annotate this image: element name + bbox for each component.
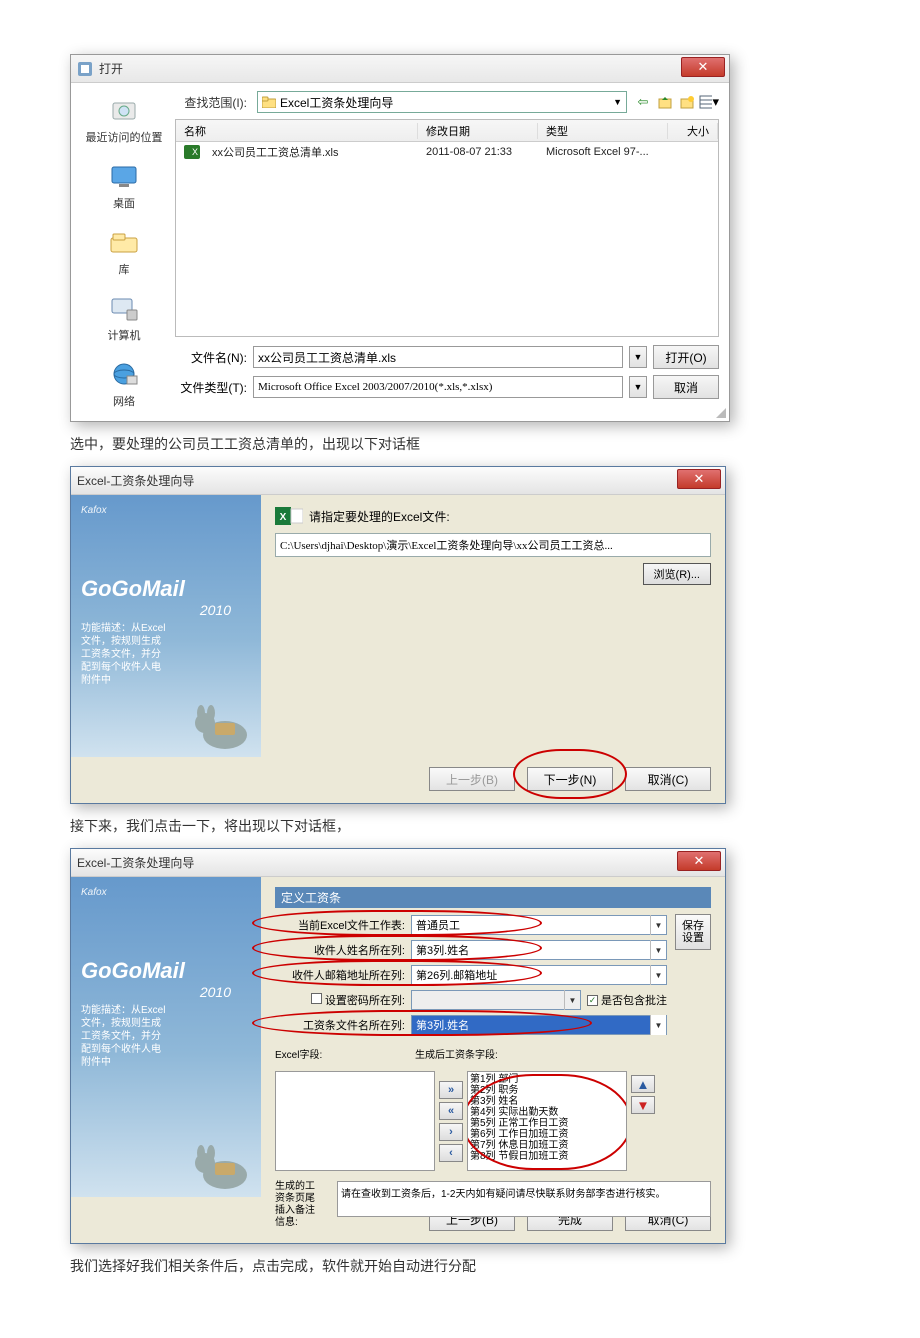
wizard-step2: Excel-工资条处理向导 ✕ Kafox GoGoMail 2010 功能描述… <box>70 848 726 1244</box>
doc-paragraph-2: 接下来，我们点击一下，将出现以下对话框， <box>70 816 850 836</box>
remark-checkbox[interactable]: ✓是否包含批注 <box>587 992 667 1008</box>
places-bar: 最近访问的位置 桌面 库 计算机 网络 <box>81 91 167 409</box>
new-folder-icon[interactable] <box>677 92 697 112</box>
group-title: 定义工资条 <box>275 887 711 908</box>
chevron-down-icon[interactable]: ▼ <box>629 376 647 398</box>
computer-icon <box>108 293 140 325</box>
move-right-button[interactable]: › <box>439 1123 463 1141</box>
worksheet-select[interactable]: 普通员工▼ <box>411 915 667 935</box>
network-icon <box>108 359 140 391</box>
move-left-button[interactable]: ‹ <box>439 1144 463 1162</box>
list-item[interactable]: 第4列 实际出勤天数 <box>470 1107 624 1118</box>
close-button[interactable]: ✕ <box>677 851 721 871</box>
col-date[interactable]: 修改日期 <box>418 123 538 139</box>
desktop-icon <box>108 161 140 193</box>
look-in-combo[interactable]: Excel工资条处理向导 ▼ <box>257 91 627 113</box>
toolbar-icons: ⇦ ▾ <box>633 92 719 112</box>
list-item[interactable]: 第2列 职务 <box>470 1085 624 1096</box>
mail-col-select[interactable]: 第26列.邮箱地址▼ <box>411 965 667 985</box>
recent-icon <box>108 95 140 127</box>
col-type[interactable]: 类型 <box>538 123 668 139</box>
window-title: Excel-工资条处理向导 <box>77 472 194 489</box>
place-desktop[interactable]: 桌面 <box>108 161 140 211</box>
prompt-text: 请指定要处理的Excel文件: <box>309 508 450 525</box>
footer-note-textarea[interactable]: 请在查收到工资条后，1-2天内如有疑问请尽快联系财务部李杏进行核实。 <box>337 1181 711 1217</box>
file-type-input[interactable]: Microsoft Office Excel 2003/2007/2010(*.… <box>253 376 623 398</box>
list-item[interactable]: 第1列 部门 <box>470 1074 624 1085</box>
resize-grip[interactable] <box>715 407 727 419</box>
move-all-left-button[interactable]: « <box>439 1102 463 1120</box>
wizard-step1: Excel-工资条处理向导 ✕ Kafox GoGoMail 2010 功能描述… <box>70 466 726 804</box>
target-fields-list[interactable]: 第1列 部门第2列 职务第3列 姓名第4列 实际出勤天数第5列 正常工作日工资第… <box>467 1071 627 1171</box>
list-item[interactable]: 第7列 休息日加班工资 <box>470 1140 624 1151</box>
filename-col-select[interactable]: 第3列.姓名▼ <box>411 1015 667 1035</box>
view-icon[interactable]: ▾ <box>699 92 719 112</box>
app-icon <box>77 61 93 77</box>
back-button: 上一步(B) <box>429 767 515 791</box>
password-checkbox[interactable] <box>311 993 322 1004</box>
list-item[interactable]: 第3列 姓名 <box>470 1096 624 1107</box>
file-open-dialog: 打开 ✕ 最近访问的位置 桌面 库 计算机 网络 <box>70 54 730 422</box>
prompt-row: X 请指定要处理的Excel文件: <box>275 505 711 527</box>
close-button[interactable]: ✕ <box>681 57 725 77</box>
file-row[interactable]: Xxx公司员工工资总清单.xls 2011-08-07 21:33 Micros… <box>176 142 718 162</box>
excel-icon: X <box>275 505 303 527</box>
move-down-button[interactable]: ▼ <box>631 1096 655 1114</box>
wizard-side-banner: Kafox GoGoMail 2010 功能描述：从Excel 文件，按规则生成… <box>71 495 261 757</box>
pwd-col-select[interactable]: ▼ <box>411 990 581 1010</box>
file-name-label: 文件名(N): <box>175 349 247 366</box>
place-library[interactable]: 库 <box>108 227 140 277</box>
look-in-label: 查找范围(I): <box>175 94 247 111</box>
folder-icon <box>262 96 276 108</box>
browse-button[interactable]: 浏览(R)... <box>643 563 711 585</box>
place-network[interactable]: 网络 <box>108 359 140 409</box>
name-col-select[interactable]: 第3列.姓名▼ <box>411 940 667 960</box>
list-item[interactable]: 第8列 节假日加班工资 <box>470 1151 624 1162</box>
save-settings-button[interactable]: 保存 设置 <box>675 914 711 950</box>
excel-path-input[interactable]: C:\Users\djhai\Desktop\演示\Excel工资条处理向导\x… <box>275 533 711 557</box>
chevron-down-icon: ▼ <box>564 990 580 1010</box>
window-title: 打开 <box>99 60 123 77</box>
file-list[interactable]: 名称 修改日期 类型 大小 Xxx公司员工工资总清单.xls 2011-08-0… <box>175 119 719 337</box>
chevron-down-icon[interactable]: ▼ <box>629 346 647 368</box>
move-all-right-button[interactable]: » <box>439 1081 463 1099</box>
source-fields-list[interactable] <box>275 1071 435 1171</box>
wizard-side-banner: Kafox GoGoMail 2010 功能描述：从Excel 文件，按规则生成… <box>71 877 261 1197</box>
next-button[interactable]: 下一步(N) <box>527 767 613 791</box>
chevron-down-icon: ▼ <box>650 965 666 985</box>
cancel-button[interactable]: 取消 <box>653 375 719 399</box>
doc-paragraph-3: 我们选择好我们相关条件后，点击完成，软件就开始自动进行分配 <box>70 1256 850 1276</box>
file-type-label: 文件类型(T): <box>175 379 247 396</box>
up-icon[interactable] <box>655 92 675 112</box>
place-recent[interactable]: 最近访问的位置 <box>86 95 163 145</box>
place-computer[interactable]: 计算机 <box>108 293 141 343</box>
doc-paragraph-1: 选中，要处理的公司员工工资总清单的，出现以下对话框 <box>70 434 850 454</box>
chevron-down-icon: ▼ <box>650 915 666 935</box>
library-icon <box>108 227 140 259</box>
titlebar: 打开 ✕ <box>71 55 729 83</box>
col-size[interactable]: 大小 <box>668 123 718 139</box>
mascot-icon <box>187 695 255 753</box>
file-name-input[interactable]: xx公司员工工资总清单.xls <box>253 346 623 368</box>
move-up-button[interactable]: ▲ <box>631 1075 655 1093</box>
svg-text:X: X <box>280 512 287 523</box>
place-label: 最近访问的位置 <box>86 129 163 145</box>
cancel-button[interactable]: 取消(C) <box>625 767 711 791</box>
chevron-down-icon: ▼ <box>650 1015 666 1035</box>
window-title: Excel-工资条处理向导 <box>77 854 194 871</box>
chevron-down-icon[interactable]: ▼ <box>613 97 622 107</box>
close-button[interactable]: ✕ <box>677 469 721 489</box>
excel-file-icon: X <box>184 145 200 159</box>
col-name[interactable]: 名称 <box>176 123 418 139</box>
open-button[interactable]: 打开(O) <box>653 345 719 369</box>
list-item[interactable]: 第5列 正常工作日工资 <box>470 1118 624 1129</box>
list-item[interactable]: 第6列 工作日加班工资 <box>470 1129 624 1140</box>
mascot-icon <box>187 1135 255 1193</box>
chevron-down-icon: ▼ <box>650 940 666 960</box>
back-icon[interactable]: ⇦ <box>633 92 653 112</box>
